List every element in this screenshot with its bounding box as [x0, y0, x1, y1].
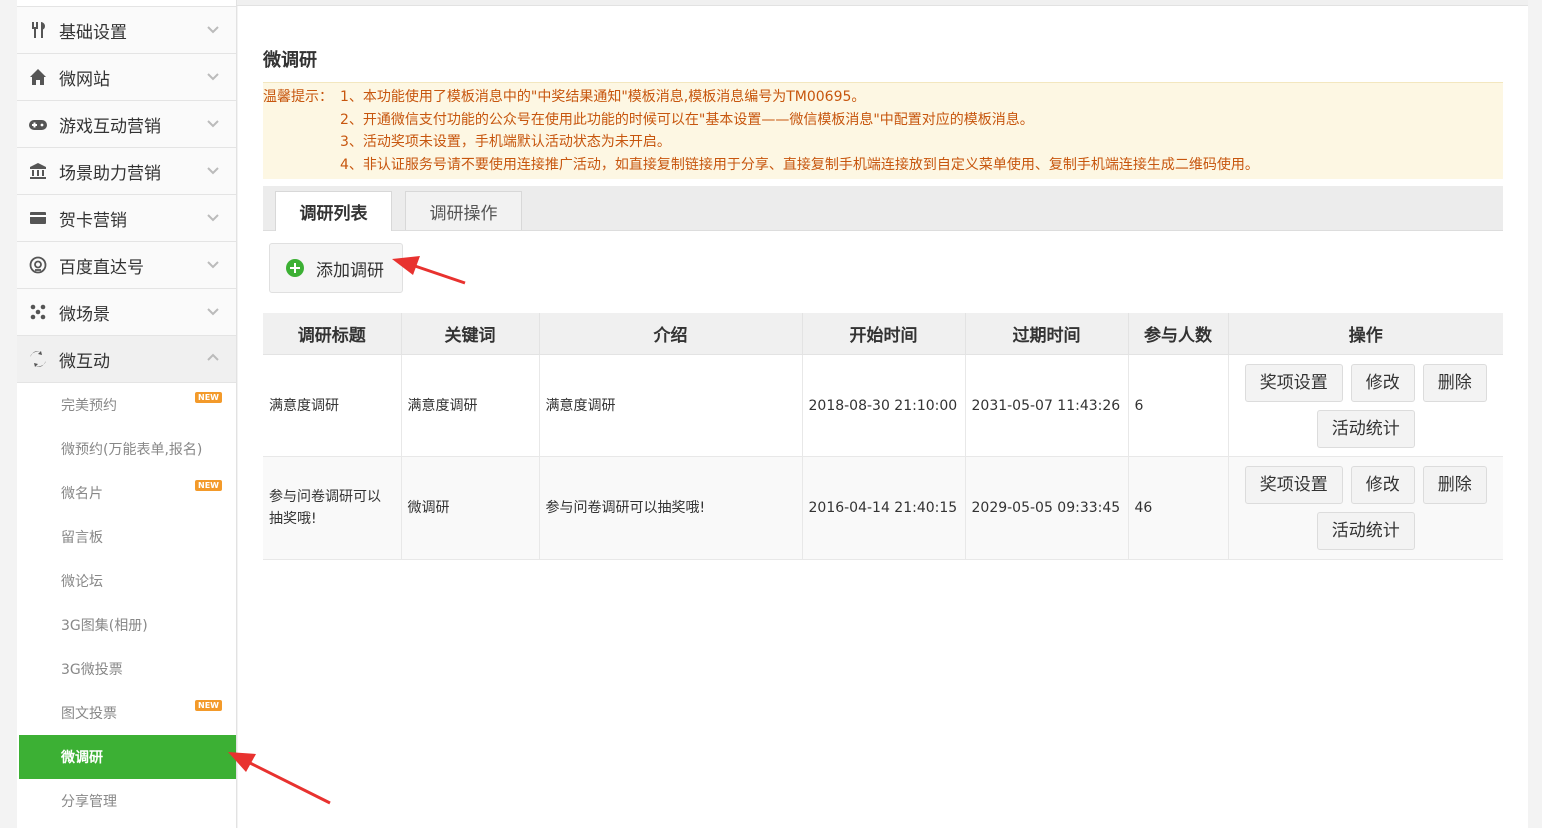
arrow-to-survey-menu — [228, 752, 331, 805]
arrow-to-add-button — [392, 256, 466, 285]
annotation-arrows — [228, 256, 466, 805]
